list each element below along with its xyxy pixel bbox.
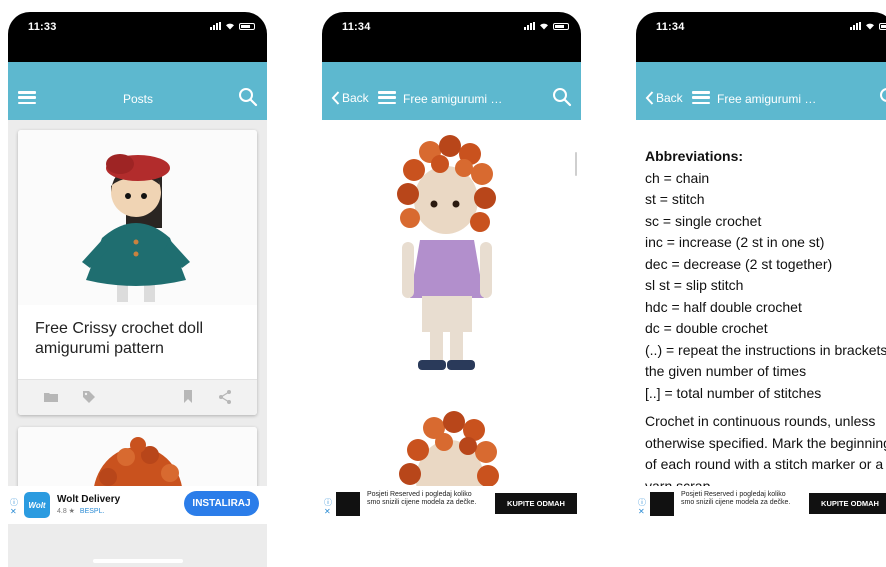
abbreviation-line: dec = decrease (2 st together) xyxy=(645,255,833,272)
search-icon[interactable] xyxy=(552,87,572,107)
abbreviation-line: st = stitch xyxy=(645,191,705,207)
status-bar: 11:34 xyxy=(322,12,581,62)
abbreviation-line: inc = increase (2 st in one st) xyxy=(645,234,825,250)
abbreviation-line: dc = double crochet xyxy=(645,320,768,336)
signal-icon xyxy=(210,22,221,30)
back-label: Back xyxy=(656,91,683,105)
ad-info-icon[interactable]: ⓘ ✕ xyxy=(638,498,646,516)
wifi-icon xyxy=(866,23,874,30)
ad-info-icon[interactable]: ⓘ ✕ xyxy=(324,498,332,516)
ad-price: BESPL. xyxy=(79,508,105,515)
abbreviation-line: sc = single crochet xyxy=(645,212,762,229)
ad-app-name: Wolt Delivery xyxy=(57,494,121,505)
phone-screen-posts: 11:33 Posts Free Crissy crochet doll ami… xyxy=(8,12,267,567)
buy-now-button[interactable]: KUPITE ODMAH xyxy=(809,493,886,514)
home-indicator xyxy=(93,559,183,563)
abbreviation-line: (..) = repeat the instructions in bracke… xyxy=(645,341,886,380)
home-indicator xyxy=(407,559,497,563)
ad-rating: 4.8 ★ xyxy=(57,508,75,515)
status-time: 11:34 xyxy=(342,21,371,33)
battery-icon xyxy=(879,22,886,30)
home-indicator xyxy=(721,559,811,563)
search-icon[interactable] xyxy=(879,87,886,107)
phone-screen-post-text: 11:34 Back Free amigurumi … Abbreviation… xyxy=(636,12,886,567)
status-time: 11:34 xyxy=(656,21,685,33)
share-icon[interactable] xyxy=(218,390,232,409)
nav-bar: Back Free amigurumi … xyxy=(636,62,886,120)
instructions-paragraph: Crochet in continuous rounds, unless oth… xyxy=(645,413,886,494)
ad-banner[interactable]: ⓘ ✕ Posjeti Reserved i pogledaj koliko sm… xyxy=(636,486,886,524)
post-thumbnail xyxy=(18,130,257,305)
menu-icon[interactable] xyxy=(378,91,396,105)
install-button[interactable]: INSTALIRAJ xyxy=(184,491,259,516)
ad-brand-logo xyxy=(650,492,674,516)
wolt-logo: Wolt xyxy=(24,492,50,518)
nav-bar: Posts xyxy=(8,62,267,120)
nav-title: Free amigurumi … xyxy=(403,92,503,106)
status-time: 11:33 xyxy=(28,21,57,33)
post-title[interactable]: Free Crissy crochet doll amigurumi patte… xyxy=(35,319,245,359)
chevron-left-icon xyxy=(645,91,654,105)
wifi-icon xyxy=(540,23,548,30)
battery-icon xyxy=(553,22,569,30)
post-actions xyxy=(18,379,257,415)
ad-brand-logo xyxy=(336,492,360,516)
bookmark-icon[interactable] xyxy=(183,390,193,408)
ad-text: Posjeti Reserved i pogledaj koliko smo s… xyxy=(681,491,791,506)
folder-icon[interactable] xyxy=(44,390,58,408)
battery-icon xyxy=(239,22,255,30)
chevron-left-icon xyxy=(331,91,340,105)
nav-title: Posts xyxy=(123,92,154,106)
abbreviation-line: [..] = total number of stitches xyxy=(645,384,822,401)
ad-banner[interactable]: ⓘ ✕ Posjeti Reserved i pogledaj koliko sm… xyxy=(322,486,581,524)
buy-now-button[interactable]: KUPITE ODMAH xyxy=(495,493,577,514)
post-card[interactable]: Free Crissy crochet doll amigurumi patte… xyxy=(18,130,257,415)
phone-screen-post-images: 11:34 Back Free amigurumi … ⓘ ✕ Posjeti … xyxy=(322,12,581,567)
wifi-icon xyxy=(226,23,234,30)
abbreviations-heading: Abbreviations: xyxy=(645,148,744,164)
back-label: Back xyxy=(342,91,369,105)
back-button[interactable]: Back xyxy=(331,91,369,105)
abbreviation-line: hdc = half double crochet xyxy=(645,298,802,315)
signal-icon xyxy=(524,22,535,30)
nav-bar: Back Free amigurumi … xyxy=(322,62,581,120)
status-bar: 11:33 xyxy=(8,12,267,62)
menu-icon[interactable] xyxy=(18,91,36,105)
nav-title: Free amigurumi … xyxy=(717,92,817,106)
ad-text: Posjeti Reserved i pogledaj koliko smo s… xyxy=(367,491,477,506)
ad-banner[interactable]: ⓘ ✕ Wolt Wolt Delivery 4.8 ★ BESPL. INSTA… xyxy=(8,486,267,524)
menu-icon[interactable] xyxy=(692,91,710,105)
post-images xyxy=(397,135,499,486)
abbreviations-list: Abbreviations: ch = chain st = stitch sc… xyxy=(645,146,886,497)
ad-info-icon[interactable]: ⓘ ✕ xyxy=(10,498,18,516)
status-bar: 11:34 xyxy=(636,12,886,62)
abbreviation-line: sl st = slip stitch xyxy=(645,277,744,293)
back-button[interactable]: Back xyxy=(645,91,683,105)
abbreviation-line: ch = chain xyxy=(645,169,710,186)
tag-icon[interactable] xyxy=(82,390,96,409)
search-icon[interactable] xyxy=(238,87,258,107)
signal-icon xyxy=(850,22,861,30)
